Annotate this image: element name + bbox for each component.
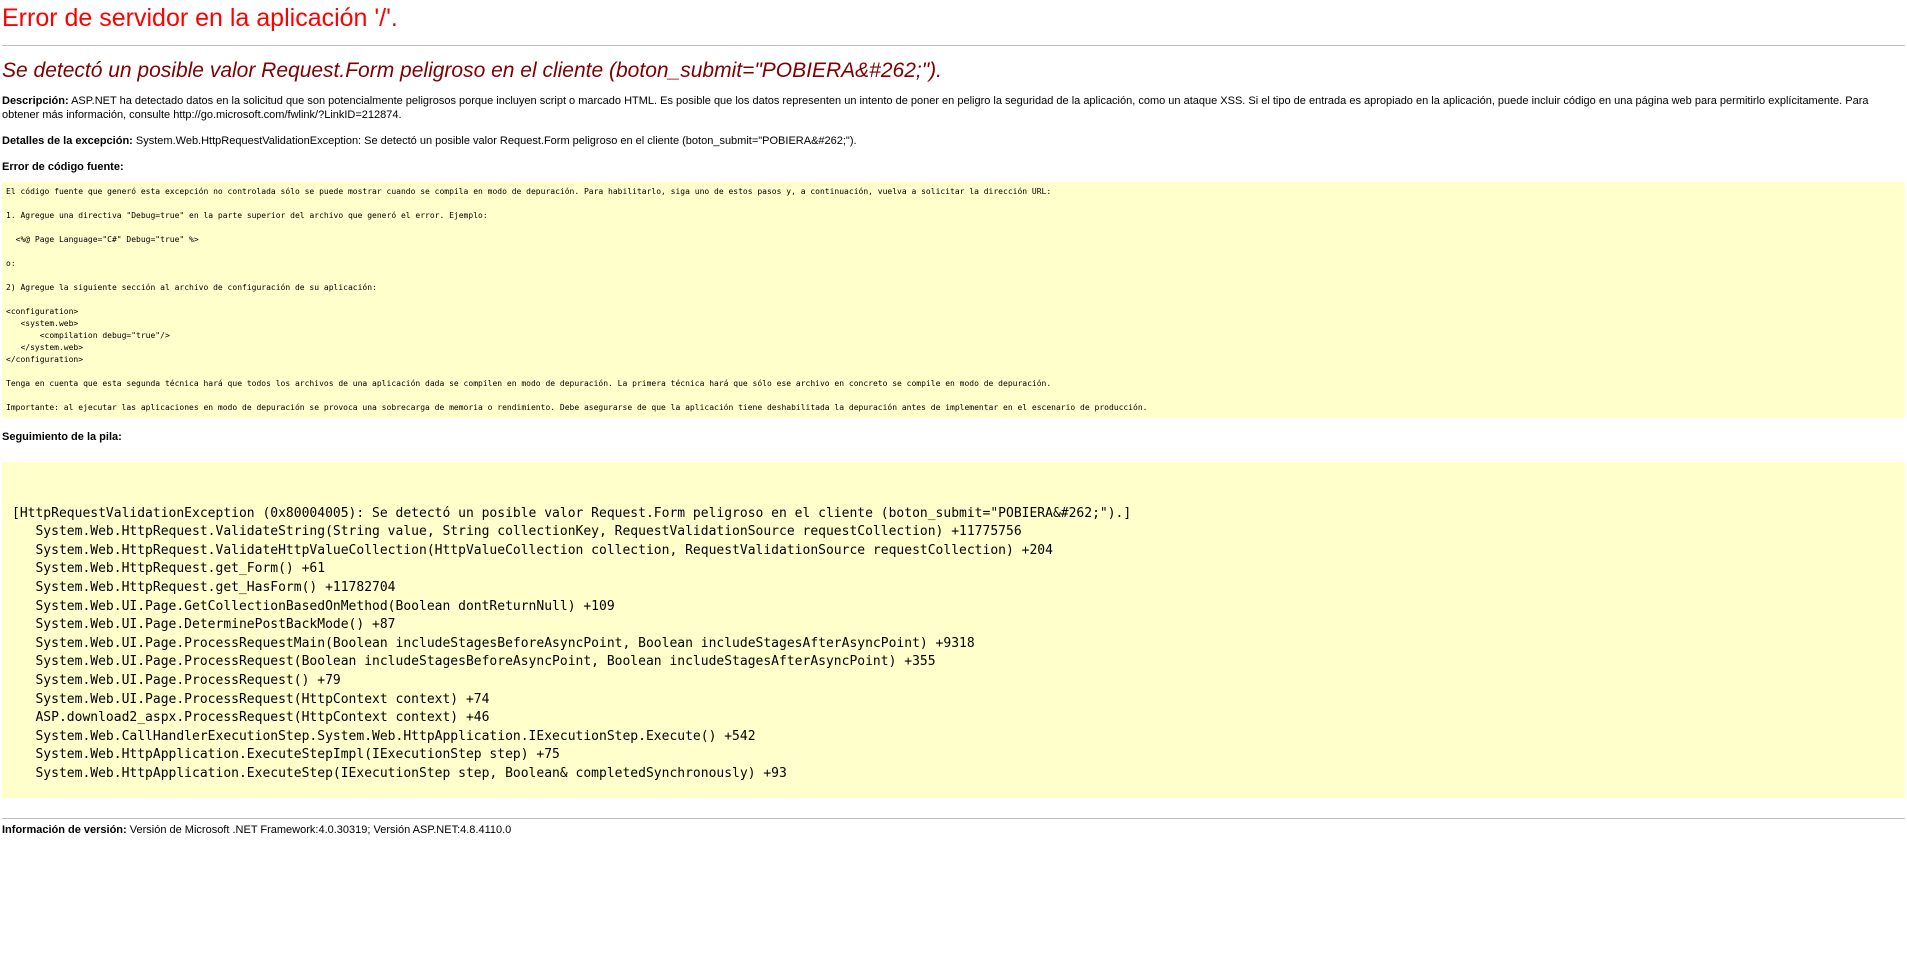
error-page: Error de servidor en la aplicación '/'. … (0, 0, 1907, 837)
stack-line: ASP.download2_aspx.ProcessRequest(HttpCo… (35, 710, 490, 726)
exception-label: Detalles de la excepción: (2, 135, 133, 147)
source-line: 1. Agregue una directiva "Debug=true" en… (6, 211, 488, 220)
source-error-code: El código fuente que generó esta excepci… (6, 186, 1901, 414)
stack-line: System.Web.HttpRequest.ValidateString(St… (35, 524, 1022, 540)
stack-line: System.Web.UI.Page.ProcessRequest(Boolea… (35, 654, 936, 670)
stack-line: System.Web.CallHandlerExecutionStep.Syst… (35, 728, 756, 744)
exception-text: System.Web.HttpRequestValidationExceptio… (135, 135, 857, 147)
stack-line: System.Web.UI.Page.ProcessRequest() +79 (35, 672, 341, 688)
source-line: El código fuente que generó esta excepci… (6, 187, 1052, 196)
version-text: Versión de Microsoft .NET Framework:4.0.… (129, 823, 512, 836)
stack-line: System.Web.HttpRequest.get_Form() +61 (35, 561, 326, 577)
stack-line: System.Web.HttpRequest.ValidateHttpValue… (35, 542, 1053, 558)
description-label: Descripción: (2, 95, 69, 107)
stack-line: System.Web.HttpApplication.ExecuteStepIm… (35, 747, 560, 763)
source-line: </system.web> (20, 343, 84, 352)
description: Descripción: ASP.NET ha detectado datos … (2, 94, 1905, 122)
stack-trace-heading: Seguimiento de la pila: (2, 431, 122, 443)
version-info: Información de versión: Versión de Micro… (2, 823, 1905, 837)
stack-line: System.Web.UI.Page.ProcessRequest(HttpCo… (35, 691, 490, 707)
stack-line: System.Web.HttpApplication.ExecuteStep(I… (35, 765, 787, 781)
source-line: Tenga en cuenta que esta segunda técnica… (6, 379, 1052, 388)
stack-line: System.Web.UI.Page.GetCollectionBasedOnM… (35, 598, 615, 614)
source-line: <%@ Page Language="C#" Debug="true" %> (15, 235, 199, 244)
source-error-heading: Error de código fuente: (2, 161, 124, 173)
stack-line: System.Web.UI.Page.ProcessRequestMain(Bo… (35, 635, 975, 651)
page-title: Error de servidor en la aplicación '/'. (2, 4, 398, 32)
source-line: 2) Agregue la siguiente sección al archi… (6, 283, 377, 292)
stack-line: System.Web.UI.Page.DeterminePostBackMode… (35, 617, 396, 633)
error-subtitle: Se detectó un posible valor Request.Form… (2, 59, 943, 82)
source-line: <compilation debug="true"/> (39, 331, 170, 340)
description-text[interactable]: ASP.NET ha detectado datos en la solicit… (2, 95, 1868, 121)
stack-trace-code: [HttpRequestValidationException (0x80004… (12, 486, 1895, 784)
divider-bottom (2, 817, 1905, 819)
source-line: </configuration> (6, 355, 84, 364)
source-line: o: (6, 259, 16, 268)
stack-trace-box: [HttpRequestValidationException (0x80004… (2, 462, 1905, 798)
divider (2, 45, 1905, 46)
stack-line: [HttpRequestValidationException (0x80004… (12, 505, 1132, 521)
source-line: Importante: al ejecutar las aplicaciones… (6, 403, 1148, 412)
version-label: Información de versión: (2, 823, 127, 836)
stack-line: System.Web.HttpRequest.get_HasForm() +11… (35, 579, 396, 595)
source-error-box: El código fuente que generó esta excepci… (2, 182, 1905, 418)
source-line: <system.web> (20, 319, 79, 328)
exception-details: Detalles de la excepción: System.Web.Htt… (2, 134, 1905, 148)
source-line: <configuration> (6, 307, 79, 316)
